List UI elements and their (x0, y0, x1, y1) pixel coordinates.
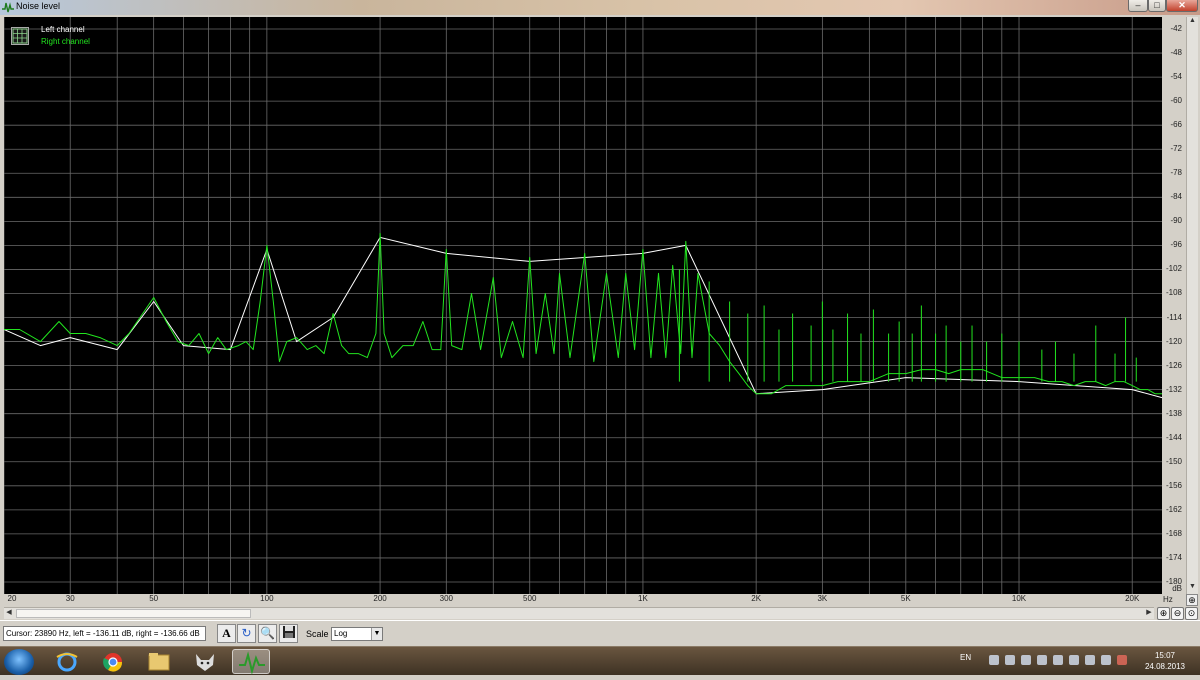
y-tick-label: -138 (1165, 408, 1182, 418)
x-tick-label: 30 (65, 594, 75, 603)
font-a-icon[interactable]: A (217, 624, 236, 643)
tray-device-icon[interactable] (1053, 655, 1063, 665)
scroll-up-arrow-icon[interactable]: ▲ (1187, 17, 1198, 28)
action-center-flag-icon[interactable] (1117, 655, 1127, 665)
scroll-down-arrow-icon[interactable]: ▼ (1187, 583, 1198, 594)
close-button[interactable]: ✕ (1166, 0, 1198, 12)
y-tick-label: -96 (1170, 240, 1182, 250)
system-tray (985, 655, 1127, 667)
y-tick-label: -162 (1165, 504, 1182, 514)
taskbar-ie-icon[interactable] (48, 649, 86, 674)
noise-app-icon (2, 2, 14, 13)
y-tick-label: -48 (1170, 48, 1182, 58)
x-tick-label: 10K (1011, 594, 1027, 603)
y-tick-label: -78 (1170, 168, 1182, 178)
windows-taskbar: EN 15:07 24.08.2013 (0, 646, 1200, 675)
y-tick-label: -144 (1165, 432, 1182, 442)
clock-time: 15:07 (1154, 651, 1176, 660)
x-tick-label: 20 (7, 594, 17, 603)
y-tick-label: -156 (1165, 480, 1182, 490)
legend-left-channel: Left channel (41, 25, 85, 34)
scale-label: Scale (306, 629, 329, 639)
x-tick-label: 200 (373, 594, 387, 603)
y-tick-label: -126 (1165, 360, 1182, 370)
zoom-out-icon[interactable]: ⊖ (1171, 607, 1184, 620)
scale-value: Log (334, 629, 348, 638)
taskbar-noise-app-icon[interactable] (232, 649, 270, 675)
clock-date: 24.08.2013 (1144, 662, 1186, 671)
bluetooth-icon[interactable] (1037, 655, 1047, 665)
zoom-reset-icon[interactable]: ⊙ (1185, 607, 1198, 620)
y-tick-label: -168 (1165, 528, 1182, 538)
chevron-down-icon[interactable]: ▼ (371, 628, 382, 640)
x-axis-unit: Hz (1163, 595, 1173, 604)
y-tick-label: -174 (1165, 552, 1182, 562)
tray-usb-icon[interactable] (1021, 655, 1031, 665)
horizontal-scrollbar[interactable]: ◀ ▶ (4, 607, 1154, 619)
y-axis-labels: -42 -48 -54 -60 -66 -72 -78 -84 -90 -96 -102 -108 -1… (1162, 17, 1186, 594)
tray-app-icon[interactable] (989, 655, 999, 665)
y-axis-unit: dB (1172, 584, 1182, 593)
maximize-button[interactable]: □ (1148, 0, 1166, 12)
x-tick-label: 3K (817, 594, 828, 603)
network-signal-icon[interactable] (1085, 655, 1095, 665)
legend-right-channel: Right channel (41, 37, 90, 46)
y-tick-label: -150 (1165, 456, 1182, 466)
y-tick-label: -132 (1165, 384, 1182, 394)
taskbar-folder-icon[interactable] (140, 649, 178, 674)
y-tick-label: -54 (1170, 72, 1182, 82)
x-axis-labels: 20 30 50 100 200 300 500 1K 2K 3K 5K 10K 20K (4, 594, 1162, 606)
x-tick-label: 300 (439, 594, 453, 603)
legend-grid-icon[interactable] (11, 27, 29, 45)
spectrum-plot[interactable] (3, 17, 1163, 594)
vertical-scrollbar[interactable]: ▲ ▼ (1186, 17, 1198, 594)
clock[interactable]: 15:07 24.08.2013 (1140, 650, 1190, 672)
y-tick-label: -84 (1170, 192, 1182, 202)
cursor-readout: Cursor: 23890 Hz, left = -136.11 dB, rig… (3, 626, 206, 641)
x-tick-label: 5K (900, 594, 911, 603)
scroll-left-arrow-icon[interactable]: ◀ (4, 608, 14, 619)
window-title: Noise level (16, 1, 61, 11)
start-button[interactable] (4, 649, 34, 675)
y-tick-label: -102 (1165, 264, 1182, 274)
x-tick-label: 50 (149, 594, 159, 603)
zoom-in-vertical-icon[interactable]: ⊕ (1186, 594, 1198, 606)
x-tick-label: 2K (751, 594, 762, 603)
refresh-icon[interactable]: ↻ (237, 624, 256, 643)
legend: Left channel Right channel (41, 24, 90, 48)
tray-monitor-icon[interactable] (1005, 655, 1015, 665)
y-tick-label: -114 (1166, 312, 1182, 322)
y-tick-label: -90 (1170, 216, 1182, 226)
title-bar[interactable]: Noise level – □ ✕ (0, 0, 1200, 15)
bottom-toolbar: Cursor: 23890 Hz, left = -136.11 dB, rig… (0, 620, 1200, 646)
y-tick-label: -66 (1170, 120, 1182, 130)
save-disk-icon[interactable] (279, 624, 298, 643)
minimize-button[interactable]: – (1128, 0, 1148, 12)
tray-display-icon[interactable] (1069, 655, 1079, 665)
y-tick-label: -60 (1170, 96, 1182, 106)
x-tick-label: 20K (1125, 594, 1140, 603)
y-tick-label: -42 (1170, 24, 1182, 34)
magnifier-icon[interactable]: 🔍 (258, 624, 277, 643)
y-tick-label: -72 (1170, 144, 1182, 154)
taskbar-chrome-icon[interactable] (94, 649, 132, 674)
x-tick-label: 1K (638, 594, 648, 603)
spectrum-chart[interactable] (3, 17, 1163, 594)
zoom-controls: ⊕ ⊖ ⊙ (1157, 607, 1200, 620)
scroll-right-arrow-icon[interactable]: ▶ (1144, 608, 1154, 619)
scroll-thumb[interactable] (16, 609, 251, 618)
x-tick-label: 100 (260, 594, 274, 603)
y-tick-label: -120 (1165, 336, 1182, 346)
y-tick-label: -108 (1165, 288, 1182, 298)
scale-dropdown[interactable]: Log ▼ (331, 627, 383, 641)
taskbar-fox-icon[interactable] (186, 649, 224, 674)
zoom-in-icon[interactable]: ⊕ (1157, 607, 1170, 620)
app-window: Noise level – □ ✕ Left channel Right cha… (0, 0, 1200, 675)
language-indicator[interactable]: EN (960, 653, 971, 662)
x-tick-label: 500 (523, 594, 537, 603)
volume-icon[interactable] (1101, 655, 1111, 665)
